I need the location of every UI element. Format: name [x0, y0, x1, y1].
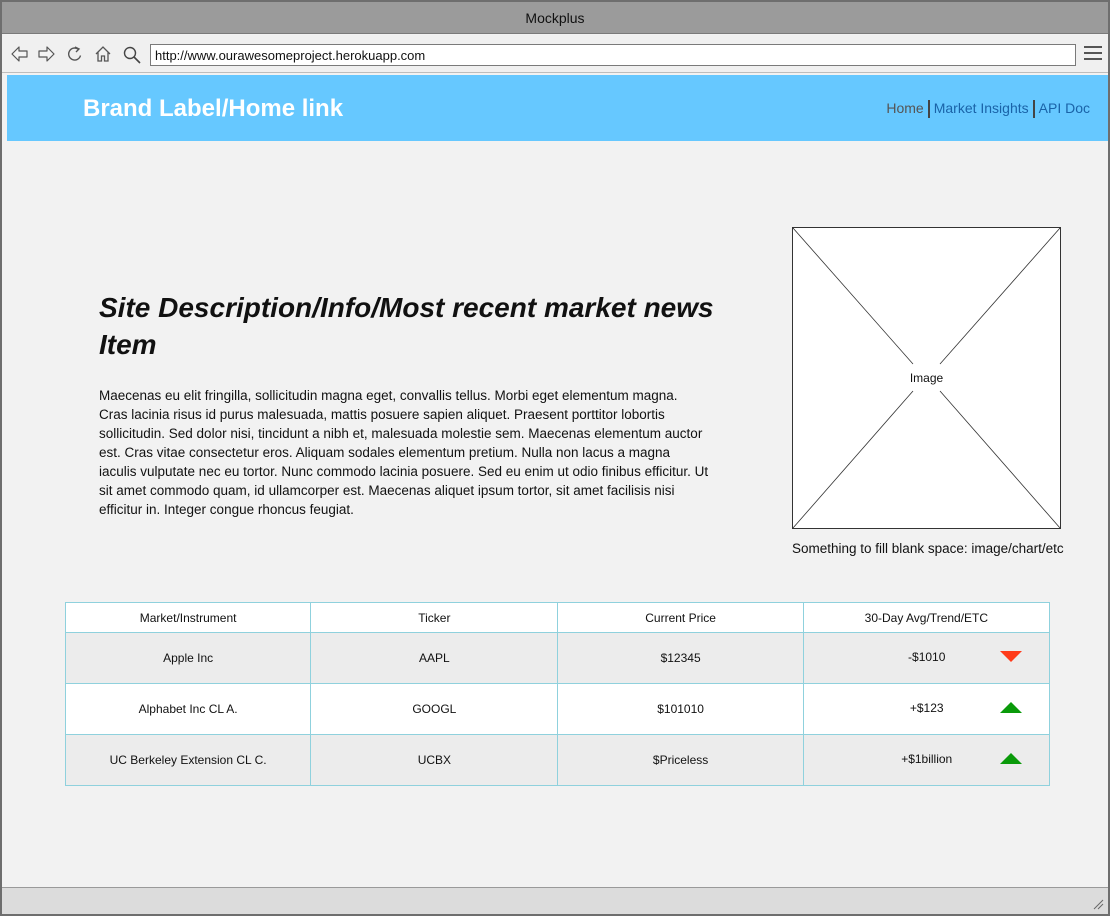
cell-market: Alphabet Inc CL A.	[64, 683, 312, 735]
cell-market: Apple Inc	[64, 632, 312, 684]
site-nav: Home Market Insights API Doc	[886, 100, 1090, 119]
trend-up-arrow-icon	[999, 702, 1022, 713]
column-header-ticker: Ticker	[310, 602, 559, 633]
cell-price: $Priceless	[557, 734, 804, 786]
image-placeholder: Image	[792, 227, 1061, 529]
refresh-icon[interactable]	[65, 44, 85, 64]
table-row[interactable]: Alphabet Inc CL A. GOOGL $101010 +$123	[64, 683, 1051, 735]
status-bar	[2, 887, 1108, 914]
cell-ticker: GOOGL	[310, 683, 559, 735]
nav-divider	[927, 100, 930, 119]
cell-ticker: UCBX	[310, 734, 559, 786]
trend-down-arrow-icon	[999, 651, 1022, 662]
trend-up-arrow-icon	[999, 753, 1022, 764]
home-icon[interactable]	[93, 44, 113, 64]
market-table: Market/Instrument Ticker Current Price 3…	[64, 602, 1051, 786]
cell-price: $12345	[557, 632, 804, 684]
forward-arrow-icon[interactable]	[36, 44, 56, 64]
column-header-trend: 30-Day Avg/Trend/ETC	[802, 602, 1051, 633]
cell-trend: -$1010	[802, 632, 1051, 684]
browser-window: Mockplus Brand Label/Home link Home Marke…	[0, 0, 1110, 916]
url-input[interactable]	[150, 44, 1076, 66]
cell-trend: +$123	[802, 683, 1051, 735]
cell-ticker: AAPL	[310, 632, 559, 684]
nav-market-insights-link[interactable]: Market Insights	[934, 100, 1029, 116]
image-caption: Something to fill blank space: image/cha…	[792, 541, 1064, 556]
site-header: Brand Label/Home link Home Market Insight…	[7, 75, 1108, 141]
search-icon	[122, 45, 142, 65]
brand-home-link[interactable]: Brand Label/Home link	[83, 95, 343, 123]
table-header-row: Market/Instrument Ticker Current Price 3…	[64, 602, 1051, 633]
browser-toolbar	[2, 35, 1108, 73]
table-row[interactable]: UC Berkeley Extension CL C. UCBX $Pricel…	[64, 734, 1051, 786]
back-arrow-icon[interactable]	[10, 44, 30, 64]
nav-api-doc-link[interactable]: API Doc	[1039, 100, 1090, 116]
nav-divider	[1032, 100, 1035, 119]
cell-trend: +$1billion	[802, 734, 1051, 786]
window-title: Mockplus	[2, 2, 1108, 34]
hero-headline: Site Description/Info/Most recent market…	[99, 292, 714, 360]
image-placeholder-label: Image	[909, 371, 944, 385]
resize-grip-icon[interactable]	[1092, 898, 1104, 910]
hero-description: Maecenas eu elit fringilla, sollicitudin…	[99, 388, 709, 517]
column-header-market: Market/Instrument	[64, 602, 312, 633]
menu-icon[interactable]	[1084, 46, 1102, 62]
column-header-price: Current Price	[557, 602, 804, 633]
table-row[interactable]: Apple Inc AAPL $12345 -$1010	[64, 632, 1051, 684]
page-content: Brand Label/Home link Home Market Insight…	[5, 74, 1108, 887]
cell-price: $101010	[557, 683, 804, 735]
cell-market: UC Berkeley Extension CL C.	[64, 734, 312, 786]
nav-home-link[interactable]: Home	[886, 100, 923, 116]
